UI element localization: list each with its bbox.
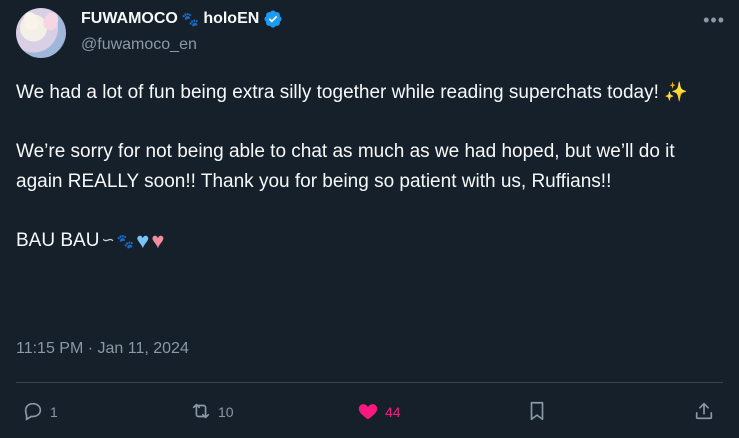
reply-button[interactable]: 1 bbox=[22, 396, 58, 428]
avatar[interactable] bbox=[16, 8, 66, 58]
wave-emoji: ∽ bbox=[101, 232, 115, 249]
tweet-paragraph-1-text: We had a lot of fun being extra silly to… bbox=[16, 82, 659, 103]
tweet-text: We had a lot of fun being extra silly to… bbox=[16, 78, 726, 256]
heart-icon bbox=[357, 400, 379, 425]
paw-emoji: 🐾 bbox=[116, 233, 135, 249]
verified-badge-icon bbox=[263, 9, 283, 29]
divider bbox=[16, 382, 723, 383]
repost-count: 10 bbox=[218, 404, 234, 420]
blue-heart-emoji: ♥ bbox=[136, 228, 150, 253]
author-name-suffix: holoEN bbox=[203, 10, 260, 27]
repost-button[interactable]: 10 bbox=[190, 396, 234, 428]
paw-emoji: 🐾 bbox=[181, 10, 200, 27]
bookmark-icon bbox=[526, 400, 548, 425]
reply-count: 1 bbox=[50, 404, 58, 420]
action-bar: 1 10 44 bbox=[0, 396, 739, 428]
signoff-text: BAU BAU bbox=[16, 230, 100, 251]
sparkle-emoji: ✨ bbox=[664, 82, 688, 103]
author-name: FUWAMOCO bbox=[81, 10, 178, 27]
tweet-card: FUWAMOCO 🐾 holoEN @fuwamoco_en ••• We ha… bbox=[0, 0, 739, 438]
share-icon bbox=[693, 400, 715, 425]
bookmark-button[interactable] bbox=[526, 396, 548, 428]
reply-icon bbox=[22, 400, 44, 425]
tweet-paragraph-1: We had a lot of fun being extra silly to… bbox=[16, 78, 726, 108]
repost-icon bbox=[190, 400, 212, 425]
avatar-ear-left bbox=[21, 10, 41, 32]
like-button[interactable]: 44 bbox=[357, 396, 401, 428]
tweet-timestamp[interactable]: 11:15 PM · Jan 11, 2024 bbox=[16, 340, 189, 358]
author-handle[interactable]: @fuwamoco_en bbox=[81, 36, 197, 54]
author-display-name[interactable]: FUWAMOCO 🐾 holoEN bbox=[81, 9, 283, 29]
tweet-paragraph-2: We’re sorry for not being able to chat a… bbox=[16, 141, 675, 192]
avatar-ear-right bbox=[41, 10, 61, 32]
pink-heart-emoji: ♥ bbox=[151, 228, 165, 253]
like-count: 44 bbox=[385, 404, 401, 420]
tweet-signoff: BAU BAU ∽ 🐾 ♥ ♥ bbox=[16, 226, 726, 256]
share-button[interactable] bbox=[693, 396, 715, 428]
more-icon[interactable]: ••• bbox=[703, 10, 725, 31]
